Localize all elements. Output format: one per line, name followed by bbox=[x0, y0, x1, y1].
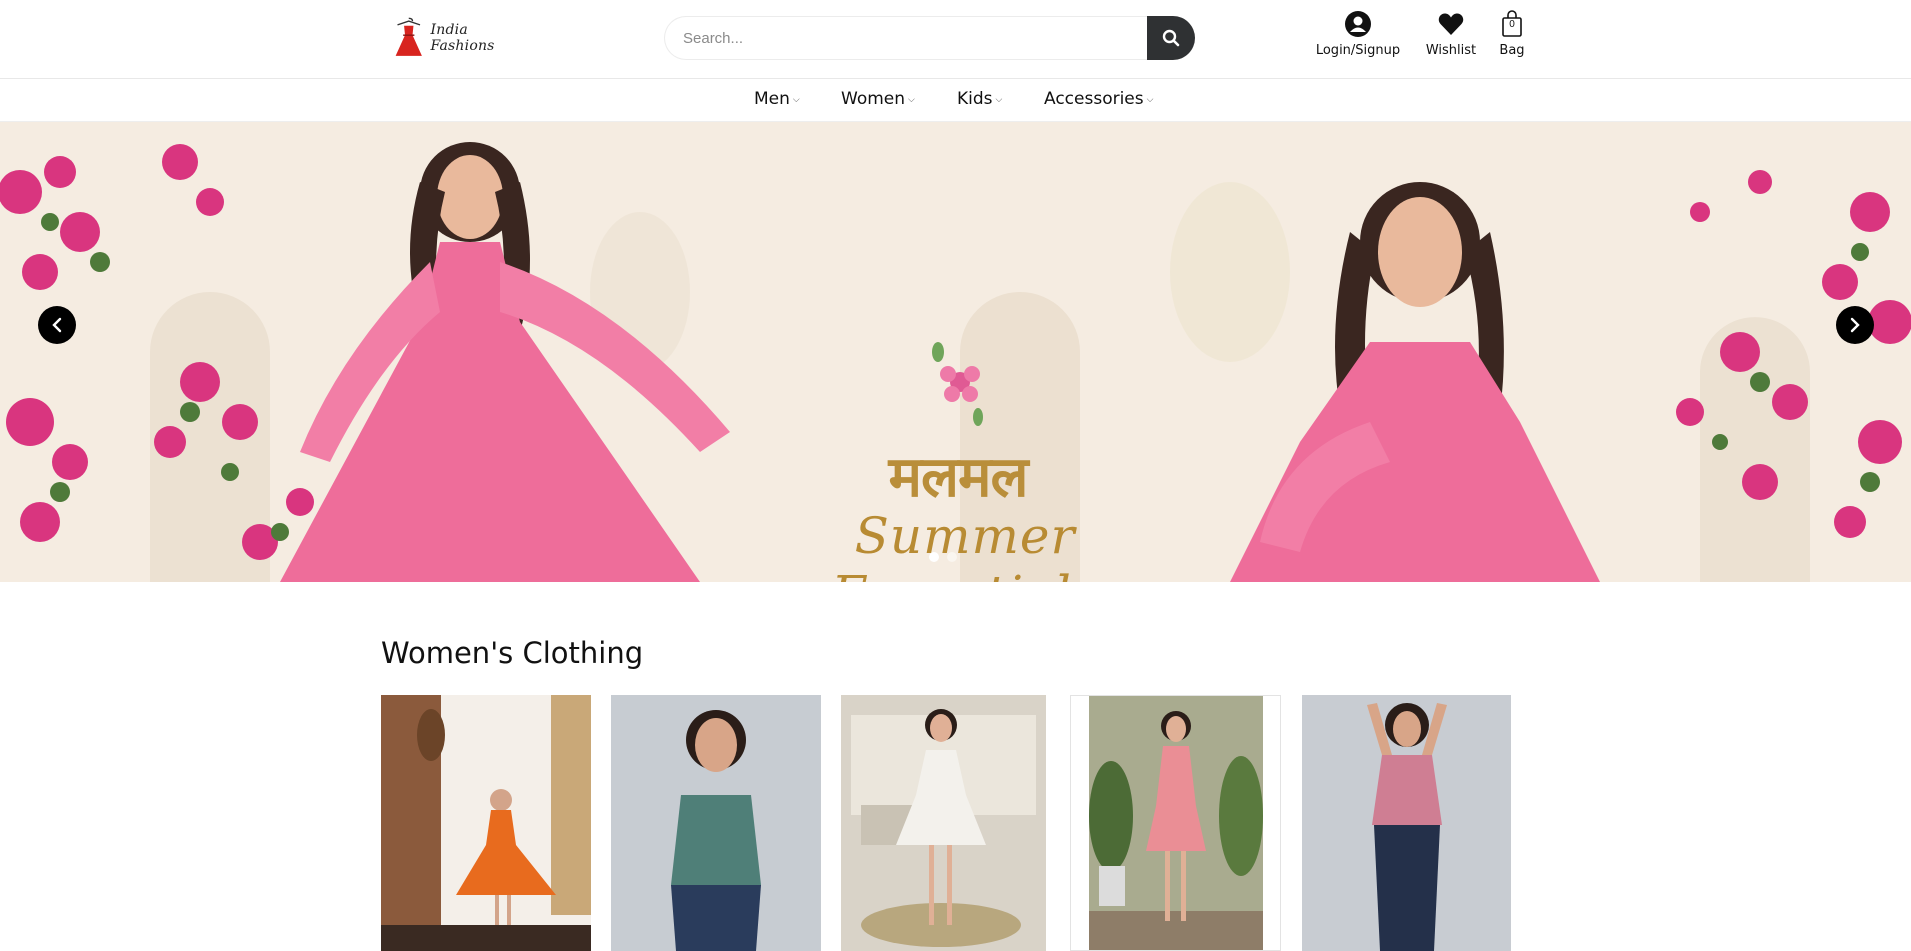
carousel-prev-button[interactable] bbox=[38, 306, 76, 344]
heart-icon bbox=[1438, 13, 1464, 35]
bag-button[interactable]: 0 Bag bbox=[1494, 10, 1530, 58]
bag-count: 0 bbox=[1509, 19, 1515, 30]
hero-subtitle: Summer Essentials bbox=[831, 507, 1097, 582]
nav-label: Accessories bbox=[1044, 89, 1144, 109]
nav-label: Women bbox=[841, 89, 906, 109]
nav-item-men[interactable]: Men ⌵ bbox=[754, 89, 800, 109]
search-bar bbox=[664, 16, 1195, 60]
chevron-down-icon: ⌵ bbox=[908, 95, 915, 105]
nav-label: Kids bbox=[957, 89, 993, 109]
login-signup-button[interactable]: Login/Signup bbox=[1309, 10, 1407, 58]
product-image bbox=[611, 695, 821, 951]
brand-name: India Fashions bbox=[430, 22, 495, 54]
chevron-down-icon: ⌵ bbox=[1146, 95, 1154, 105]
brand-logo[interactable]: India Fashions bbox=[390, 12, 530, 64]
chevron-left-icon bbox=[52, 317, 62, 333]
product-card[interactable] bbox=[611, 695, 821, 951]
login-label: Login/Signup bbox=[1315, 43, 1401, 58]
nav-item-kids[interactable]: Kids ⌵ bbox=[957, 89, 1002, 109]
dress-logo-icon bbox=[395, 17, 422, 56]
search-input[interactable] bbox=[664, 16, 1148, 60]
user-icon bbox=[1345, 11, 1371, 37]
product-image bbox=[841, 695, 1046, 951]
product-card[interactable] bbox=[1302, 695, 1511, 951]
wishlist-button[interactable]: Wishlist bbox=[1421, 10, 1481, 58]
main-nav: Men ⌵ Women ⌵ Kids ⌵ Accessories ⌵ bbox=[0, 79, 1911, 122]
search-button[interactable] bbox=[1147, 16, 1195, 60]
hero-title: मलमल bbox=[888, 444, 1029, 510]
product-image bbox=[1071, 696, 1280, 950]
product-card[interactable] bbox=[1070, 695, 1281, 951]
product-image bbox=[1302, 695, 1511, 951]
wishlist-label: Wishlist bbox=[1425, 43, 1477, 58]
carousel-dot[interactable] bbox=[947, 552, 957, 562]
nav-item-women[interactable]: Women ⌵ bbox=[841, 89, 915, 109]
chevron-down-icon: ⌵ bbox=[792, 95, 800, 105]
search-icon bbox=[1162, 29, 1180, 47]
product-card[interactable] bbox=[841, 695, 1046, 951]
section-title: Women's Clothing bbox=[381, 636, 644, 670]
product-card[interactable] bbox=[381, 695, 591, 951]
bag-icon: 0 bbox=[1501, 10, 1523, 38]
hero-carousel: मलमल Summer Essentials bbox=[0, 122, 1911, 582]
nav-label: Men bbox=[754, 89, 790, 109]
carousel-dots bbox=[929, 552, 957, 562]
carousel-dot[interactable] bbox=[929, 552, 939, 562]
bag-label: Bag bbox=[1499, 43, 1525, 58]
chevron-down-icon: ⌵ bbox=[995, 95, 1003, 105]
nav-item-accessories[interactable]: Accessories ⌵ bbox=[1044, 89, 1153, 109]
site-header: India Fashions Login/Signup Wishlist bbox=[0, 0, 1911, 79]
product-image bbox=[381, 695, 591, 951]
chevron-right-icon bbox=[1850, 317, 1860, 333]
carousel-next-button[interactable] bbox=[1836, 306, 1874, 344]
